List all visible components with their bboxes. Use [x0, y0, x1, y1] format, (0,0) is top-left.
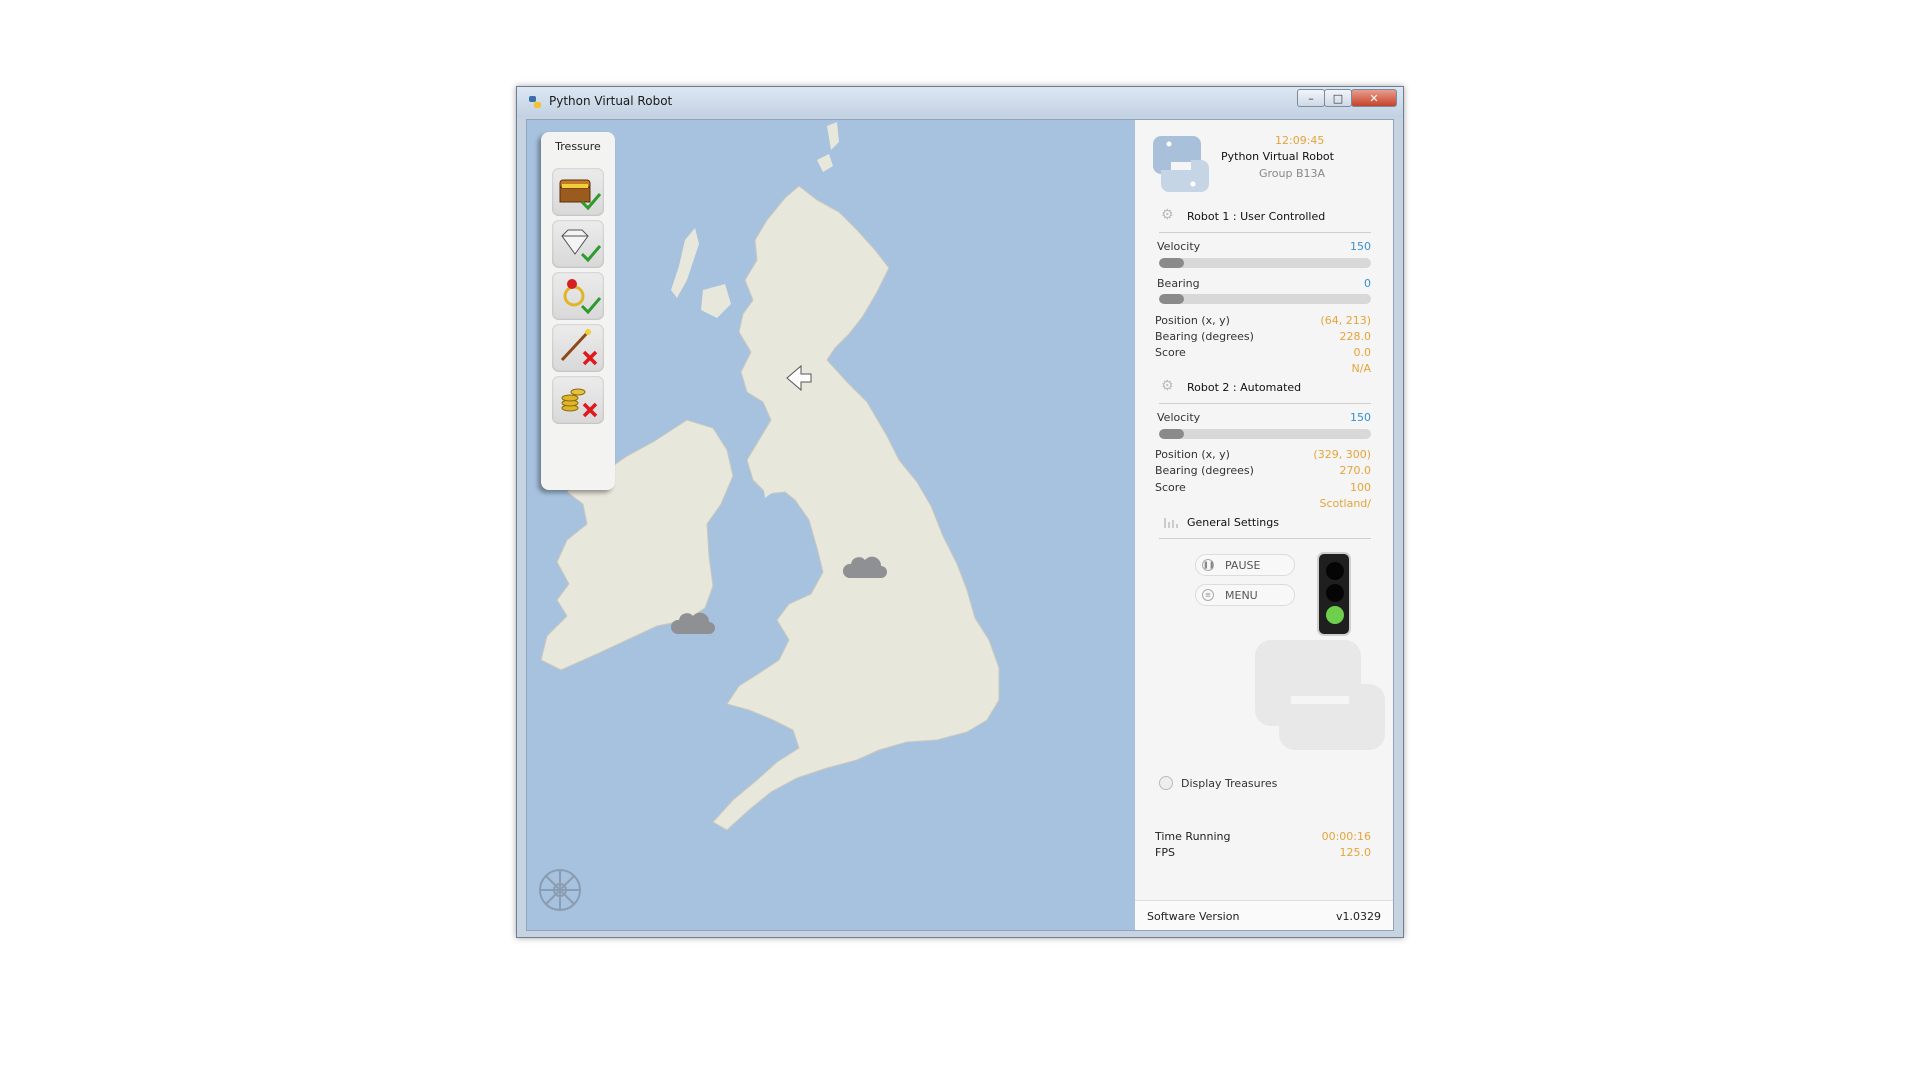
gear-icon: ⚙: [1161, 207, 1174, 223]
treasure-panel: Tressure: [541, 132, 615, 490]
robot2-position-label: Position (x, y): [1155, 448, 1230, 461]
map-view[interactable]: Tressure: [527, 120, 1135, 930]
shetland-island: [827, 122, 839, 150]
menu-button[interactable]: ≡ MENU: [1195, 584, 1295, 606]
great-britain-landmass: [712, 185, 1000, 831]
orkney-island: [817, 154, 833, 172]
treasure-item-sceptre[interactable]: [552, 324, 604, 372]
robot2-score-label: Score: [1155, 481, 1186, 494]
app-window: Python Virtual Robot – □ ✕ Tressure 12:0…: [516, 86, 1404, 938]
traffic-light: [1317, 552, 1351, 636]
robot2-bearing-deg-label: Bearing (degrees): [1155, 464, 1254, 477]
robot1-location: N/A: [1351, 362, 1371, 375]
general-settings-title: General Settings: [1187, 516, 1279, 529]
diamond-icon: [561, 229, 602, 263]
robot2-velocity-value: 150: [1350, 411, 1371, 424]
bar-chart-icon: [1164, 518, 1178, 528]
slider-fill: [1159, 429, 1185, 439]
robot1-position-value: (64, 213): [1320, 314, 1371, 327]
skye-island: [701, 284, 731, 318]
robot1-bearing-label: Bearing: [1157, 277, 1200, 290]
close-button[interactable]: ✕: [1351, 89, 1397, 107]
python-app-icon: [529, 96, 541, 108]
title-bar[interactable]: Python Virtual Robot – □ ✕: [517, 87, 1403, 117]
treasure-item-chest[interactable]: [552, 168, 604, 216]
gear-icon: ⚙: [1161, 378, 1174, 394]
divider: [1159, 232, 1371, 233]
display-treasures-radio[interactable]: [1159, 776, 1173, 790]
treasure-item-ring[interactable]: [552, 272, 604, 320]
python-logo-icon: [1153, 136, 1209, 192]
pause-button[interactable]: ❚❚ PAUSE: [1195, 554, 1295, 576]
minimize-button[interactable]: –: [1297, 89, 1325, 107]
treasure-panel-title: Tressure: [555, 140, 601, 153]
app-name: Python Virtual Robot: [1221, 150, 1334, 163]
traffic-light-red: [1326, 562, 1344, 580]
chest-icon: [559, 179, 602, 211]
ring-icon: [563, 279, 602, 315]
robot2-position-value: (329, 300): [1313, 448, 1371, 461]
robot1-score-value: 0.0: [1353, 346, 1372, 359]
robot2-velocity-label: Velocity: [1157, 411, 1201, 424]
traffic-light-amber: [1326, 584, 1344, 602]
robot1-bearing-value: 0: [1364, 277, 1371, 290]
software-version-label: Software Version: [1147, 910, 1240, 923]
robot1-title: Robot 1 : User Controlled: [1187, 210, 1326, 223]
fps-label: FPS: [1155, 846, 1175, 859]
time-running-label: Time Running: [1155, 830, 1231, 843]
robot1-score-label: Score: [1155, 346, 1186, 359]
maximize-button[interactable]: □: [1324, 89, 1352, 107]
slider-fill: [1159, 258, 1185, 268]
group-label: Group B13A: [1259, 167, 1326, 180]
coins-icon: [561, 388, 598, 418]
menu-icon: ≡: [1202, 589, 1214, 601]
compass-icon: [539, 869, 581, 911]
time-running-value: 00:00:16: [1321, 830, 1371, 843]
uk-map: [539, 122, 1000, 911]
pause-icon: ❚❚: [1202, 559, 1215, 571]
robot2-score-value: 100: [1350, 481, 1371, 494]
client-area: Tressure 12:09:45 Python Virtual Robot G…: [526, 119, 1394, 931]
robot2-location: Scotland/: [1319, 497, 1371, 510]
pause-label: PAUSE: [1225, 559, 1261, 572]
robot1-bearing-slider[interactable]: [1159, 294, 1371, 304]
treasure-item-diamond[interactable]: [552, 220, 604, 268]
menu-label: MENU: [1225, 589, 1258, 602]
software-version-value: v1.0329: [1336, 910, 1381, 923]
robot2-title: Robot 2 : Automated: [1187, 381, 1302, 394]
python-logo-watermark: [1255, 640, 1385, 750]
info-panel: 12:09:45 Python Virtual Robot Group B13A…: [1135, 120, 1393, 930]
robot1-velocity-value: 150: [1350, 240, 1371, 253]
robot1-velocity-slider[interactable]: [1159, 258, 1371, 268]
robot1-bearing-deg-value: 228.0: [1339, 330, 1372, 343]
outer-hebrides-island: [671, 228, 699, 298]
divider: [1159, 538, 1371, 539]
robot2-bearing-deg-value: 270.0: [1339, 464, 1372, 477]
robot2-velocity-slider[interactable]: [1159, 429, 1371, 439]
window-title: Python Virtual Robot: [549, 94, 673, 108]
clock-time: 12:09:45: [1275, 134, 1325, 147]
robot1-velocity-label: Velocity: [1157, 240, 1201, 253]
display-treasures-label: Display Treasures: [1181, 777, 1278, 790]
divider: [1159, 403, 1371, 404]
fps-value: 125.0: [1339, 846, 1372, 859]
treasure-item-coins[interactable]: [552, 376, 604, 424]
wand-icon: [560, 329, 598, 366]
slider-fill: [1159, 294, 1185, 304]
robot1-bearing-deg-label: Bearing (degrees): [1155, 330, 1254, 343]
robot1-position-label: Position (x, y): [1155, 314, 1230, 327]
traffic-light-green: [1326, 606, 1344, 624]
